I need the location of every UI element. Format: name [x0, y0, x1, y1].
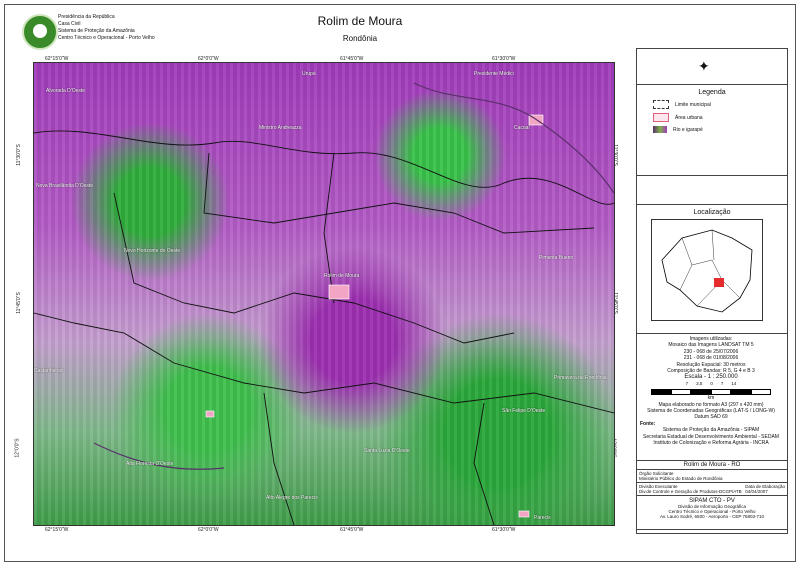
rondonia-outline	[661, 229, 753, 313]
place-label: Urupá	[302, 71, 316, 77]
location-map	[651, 219, 763, 321]
header-line: Centro Técnico e Operacional - Porto Vel…	[58, 35, 155, 41]
info-requester: Órgão Solicitante Ministério Público do …	[637, 470, 787, 483]
header-line: Presidência da República	[58, 14, 115, 20]
left-tick: 11°45'0"S	[15, 292, 22, 314]
location-title: Localização	[693, 209, 731, 216]
place-label: São Felipe D'Oeste	[502, 408, 546, 414]
legend-title: Legenda	[698, 89, 726, 96]
bottom-tick: 62°15'0"W	[45, 527, 69, 533]
info-box: Rolim de Moura - RO Órgão Solicitante Mi…	[636, 460, 788, 534]
map-subtitle: Rondônia	[342, 34, 378, 43]
map-title: Rolim de Moura	[317, 14, 403, 28]
north-arrow-icon: ✦	[698, 58, 710, 74]
boundary-swatch-icon	[653, 100, 669, 109]
place-label: Pimenta Bueno	[539, 255, 574, 261]
scale-label: 7	[685, 380, 689, 386]
scale-label: 3,5	[696, 380, 703, 386]
urban-swatch-icon	[653, 113, 669, 122]
legend-box: Legenda Limite municipal Área urbana Rio…	[636, 84, 788, 176]
place-label: Presidente Médici	[474, 71, 514, 77]
executor-value: Div.de Controle e Geração de Produtos-DC…	[639, 489, 742, 494]
legend-item: Rio e igarapé	[653, 126, 787, 133]
source-label: Fonte:	[640, 420, 656, 427]
bottom-tick: 61°45'0"W	[340, 527, 364, 533]
header-line: Casa Civil	[58, 21, 81, 27]
map-notes: Imagens utilizadas: Mosaico das Imagens …	[636, 336, 786, 447]
bottom-tick: 62°0'0"W	[198, 527, 219, 533]
info-map-title: Rolim de Moura - RO	[637, 461, 787, 470]
requester-value: Ministério Público do Estado de Rondônia	[639, 476, 723, 481]
government-seal-icon	[22, 14, 58, 50]
legend-item: Limite municipal	[653, 100, 787, 109]
municipal-boundaries	[34, 82, 614, 525]
scale-labels: 7 3,5 0 7 14	[636, 381, 786, 387]
place-label: Alto Alegre dos Parecis	[266, 495, 318, 501]
info-executor: Divisão Executante Div.de Controle e Ger…	[637, 483, 787, 496]
scale-label: 14	[731, 380, 737, 386]
place-label: Novo Horizonte do Oeste	[124, 248, 181, 254]
place-label: Alta Floresta D'Oeste	[126, 461, 174, 467]
legend-label: Limite municipal	[675, 101, 711, 108]
bottom-tick: 61°30'0"W	[492, 527, 516, 533]
place-label: Alvorada D'Oeste	[46, 88, 86, 94]
header-institution-lines: Presidência da República Casa Civil Sist…	[58, 14, 155, 42]
address-line: Av. Lauro Sodré, 6500 - Aeroporto - CEP …	[659, 514, 765, 519]
place-label: Ministro Andreazza	[259, 125, 302, 131]
place-label: Santa Luzia D'Oeste	[364, 448, 410, 454]
scale-label: 0	[710, 380, 713, 386]
place-label: Cacoal	[514, 125, 530, 131]
place-label: Rolim de Moura	[324, 273, 360, 279]
sipam-logo: SIPAM CTO - PV Divisão de Informação Geo…	[637, 496, 787, 519]
river-swatch-icon	[653, 126, 667, 133]
place-label: Parecis	[534, 515, 551, 521]
satellite-map[interactable]: Alvorada D'Oeste Nova Brasilândia D'Oest…	[33, 62, 615, 526]
date-value: 04/04/2007	[745, 489, 768, 494]
source-line: Instituto de Colonização e Reforma Agrár…	[653, 440, 769, 447]
left-tick: 12°0'0"S	[14, 438, 21, 458]
header-line: Sistema de Proteção da Amazônia	[58, 28, 135, 34]
legend-label: Área urbana	[675, 114, 703, 121]
location-box: Localização	[636, 204, 788, 334]
scale-label: 7	[720, 380, 724, 386]
place-label: Nova Brasilândia D'Oeste	[36, 183, 94, 189]
place-label: Castanheiras	[34, 368, 64, 374]
legend-item: Área urbana	[653, 113, 787, 122]
place-label: Primavera de Rondônia	[554, 375, 607, 381]
left-tick: 11°30'0"S	[15, 144, 22, 166]
legend-label: Rio e igarapé	[673, 126, 703, 133]
